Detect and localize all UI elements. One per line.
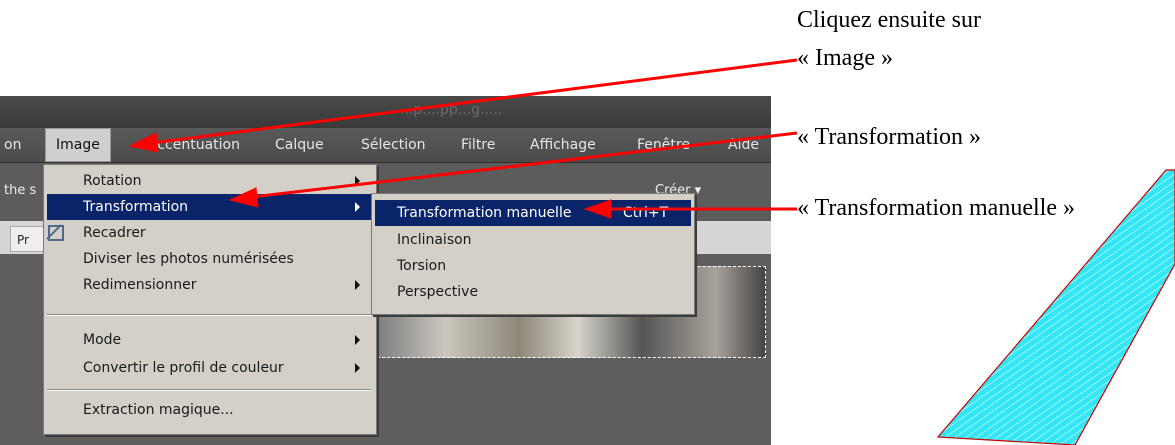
arrow-head: [228, 187, 259, 208]
arrow-head: [128, 132, 159, 153]
cyan-shape: [936, 169, 1175, 445]
arrow-to-transformation: [251, 131, 798, 199]
arrow-head: [583, 199, 612, 219]
annotation-overlay: [128, 58, 1175, 445]
arrow-to-image: [151, 58, 798, 145]
